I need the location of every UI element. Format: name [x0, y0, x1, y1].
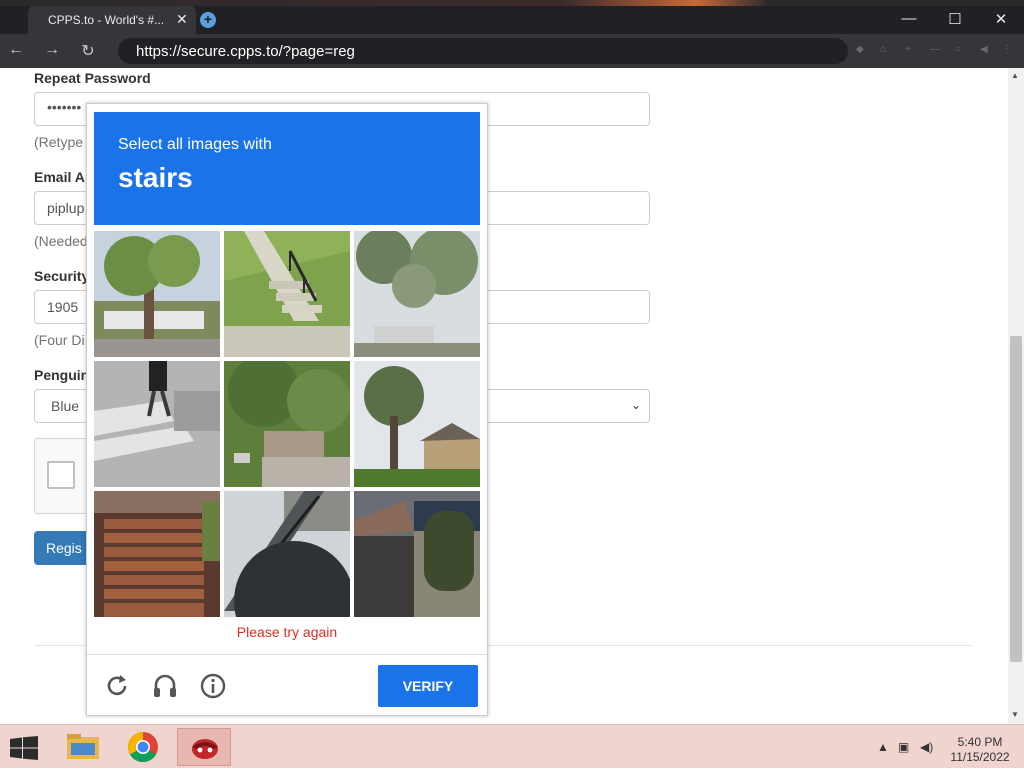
add-icon[interactable]: +	[905, 44, 911, 55]
reload-button[interactable]: ↻	[78, 41, 98, 61]
penguin-color-label: Penguin	[34, 367, 90, 383]
scroll-down-icon[interactable]: ▼	[1011, 710, 1019, 719]
forward-button[interactable]: →	[42, 41, 62, 59]
captcha-footer-divider	[87, 654, 487, 655]
recaptcha-checkbox[interactable]	[47, 461, 75, 489]
captcha-tile-8-stairs[interactable]	[224, 491, 350, 617]
info-icon[interactable]	[199, 672, 227, 700]
volume-icon[interactable]: ◀)	[920, 740, 933, 754]
repeat-password-label: Repeat Password	[34, 70, 151, 86]
scrollbar-thumb[interactable]	[1010, 336, 1022, 662]
home-icon[interactable]: ⌂	[880, 44, 886, 55]
taskbar: ▲ ▣ ◀) 5:40 PM 11/15/2022	[0, 724, 1024, 768]
maximize-button[interactable]: ☐	[935, 10, 975, 28]
clock-date: 11/15/2022	[950, 750, 1010, 764]
browser-tab[interactable]: CPPS.to - World's #... ✕	[28, 6, 196, 34]
sound-icon[interactable]: ◀	[980, 44, 988, 55]
file-explorer-icon[interactable]	[56, 728, 110, 766]
captcha-tile-9-house[interactable]	[354, 491, 480, 617]
back-button[interactable]: ←	[6, 41, 26, 59]
url-text: https://secure.cpps.to/?page=reg	[136, 43, 355, 60]
email-value: piplup	[47, 200, 85, 216]
captcha-tile-3-tree[interactable]	[354, 231, 480, 357]
minus-icon[interactable]: —	[930, 44, 940, 55]
address-bar[interactable]: https://secure.cpps.to/?page=reg	[118, 38, 848, 64]
register-button-label: Regis	[46, 540, 82, 556]
captcha-tile-4-crosswalk[interactable]	[94, 361, 220, 487]
tab-title: CPPS.to - World's #...	[48, 13, 165, 27]
captcha-image-grid	[94, 231, 480, 617]
repeat-password-value: •••••••	[47, 99, 82, 115]
email-label: Email A	[34, 169, 85, 185]
chevron-down-icon: ⌄	[631, 398, 642, 412]
menu-icon[interactable]: ⋮	[1002, 44, 1012, 55]
start-button[interactable]	[10, 736, 38, 760]
circle-icon[interactable]: ○	[955, 44, 961, 55]
network-icon[interactable]: ▣	[898, 740, 909, 754]
captcha-tile-1-tree[interactable]	[94, 231, 220, 357]
clock-time: 5:40 PM	[957, 735, 1003, 749]
taskbar-clock[interactable]: 5:40 PM 11/15/2022	[942, 735, 1018, 765]
security-help: (Four Di	[34, 332, 85, 348]
app-icon[interactable]	[177, 728, 231, 766]
show-hidden-icons-icon[interactable]: ▲	[877, 740, 889, 754]
captcha-prompt: Select all images with	[118, 136, 272, 153]
captcha-tile-5-street[interactable]	[224, 361, 350, 487]
tab-close-icon[interactable]: ✕	[176, 11, 188, 28]
captcha-target-word: stairs	[118, 162, 193, 193]
reload-icon[interactable]	[103, 672, 131, 700]
audio-challenge-icon[interactable]	[151, 672, 179, 700]
repeat-password-help: (Retype	[34, 134, 84, 150]
security-value: 1905	[47, 299, 79, 315]
captcha-tile-7-stairs[interactable]	[94, 491, 220, 617]
security-label: Security	[34, 268, 90, 284]
captcha-challenge: Select all images with stairs Please try…	[86, 103, 488, 716]
penguin-color-value: Blue	[51, 398, 80, 414]
minimize-button[interactable]: —	[889, 10, 929, 27]
browser-toolbar: ← → ↻ https://secure.cpps.to/?page=reg ◆…	[0, 34, 1024, 68]
captcha-error-message: Please try again	[236, 624, 338, 640]
captcha-tile-6-house[interactable]	[354, 361, 480, 487]
email-help: (Needed	[34, 233, 88, 249]
scroll-up-icon[interactable]: ▲	[1011, 71, 1019, 80]
close-window-button[interactable]: ✕	[981, 10, 1021, 28]
extension-icon[interactable]: ◆	[856, 44, 864, 55]
browser-tab-bar: CPPS.to - World's #... ✕ + — ☐ ✕	[0, 6, 1024, 34]
verify-button[interactable]: VERIFY	[378, 665, 478, 707]
new-tab-button[interactable]: +	[200, 12, 216, 28]
captcha-header: Select all images with stairs	[94, 112, 480, 225]
chrome-icon[interactable]	[116, 728, 170, 766]
captcha-tile-2-stairs[interactable]	[224, 231, 350, 357]
